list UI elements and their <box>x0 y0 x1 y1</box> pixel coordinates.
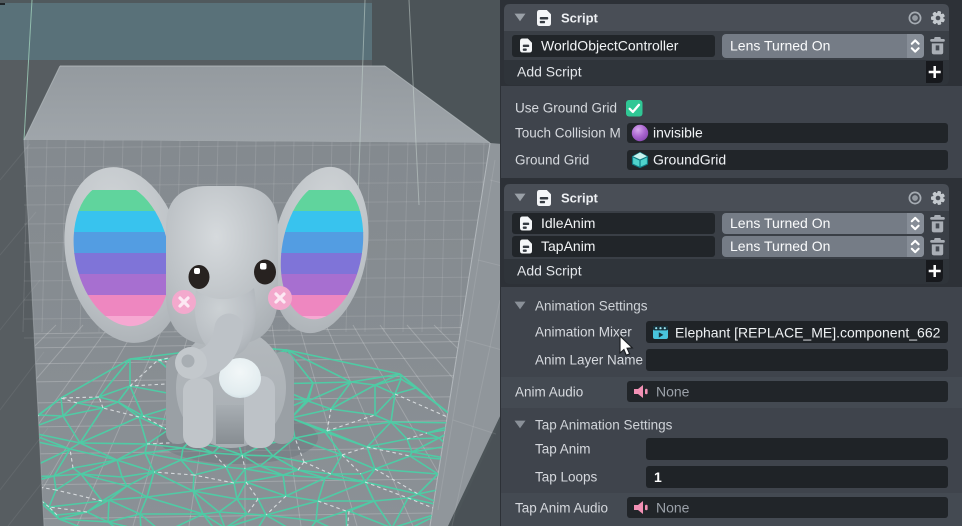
svg-text:Lens Turned On: Lens Turned On <box>730 238 830 254</box>
svg-text:IdleAnim: IdleAnim <box>541 215 595 231</box>
svg-text:GroundGrid: GroundGrid <box>653 152 726 168</box>
svg-text:Script: Script <box>561 11 599 26</box>
svg-text:Add Script: Add Script <box>517 64 582 80</box>
svg-text:Tap Loops: Tap Loops <box>535 470 598 485</box>
svg-text:Anim Audio: Anim Audio <box>515 385 583 400</box>
svg-text:Tap Anim Audio: Tap Anim Audio <box>515 501 608 516</box>
svg-text:Touch Collision M: Touch Collision M <box>515 126 621 141</box>
svg-text:None: None <box>656 384 690 400</box>
svg-text:Use Ground Grid: Use Ground Grid <box>515 101 617 116</box>
svg-text:WorldObjectController: WorldObjectController <box>541 38 679 54</box>
svg-text:Lens Turned On: Lens Turned On <box>730 38 830 54</box>
svg-text:Lens Turned On: Lens Turned On <box>730 215 830 231</box>
svg-text:Ground Grid: Ground Grid <box>515 153 589 168</box>
svg-text:Elephant [REPLACE_ME].componen: Elephant [REPLACE_ME].component_662 <box>675 325 941 341</box>
svg-text:Tap Anim: Tap Anim <box>535 442 591 457</box>
svg-text:Add Script: Add Script <box>517 263 582 279</box>
svg-text:Tap Animation Settings: Tap Animation Settings <box>535 418 673 433</box>
svg-text:1: 1 <box>654 469 662 485</box>
svg-text:Animation Settings: Animation Settings <box>535 299 648 314</box>
svg-text:Script: Script <box>561 191 599 206</box>
svg-text:Animation Mixer: Animation Mixer <box>535 325 632 340</box>
svg-text:TapAnim: TapAnim <box>541 238 595 254</box>
svg-text:invisible: invisible <box>653 125 703 141</box>
svg-text:None: None <box>656 500 690 516</box>
